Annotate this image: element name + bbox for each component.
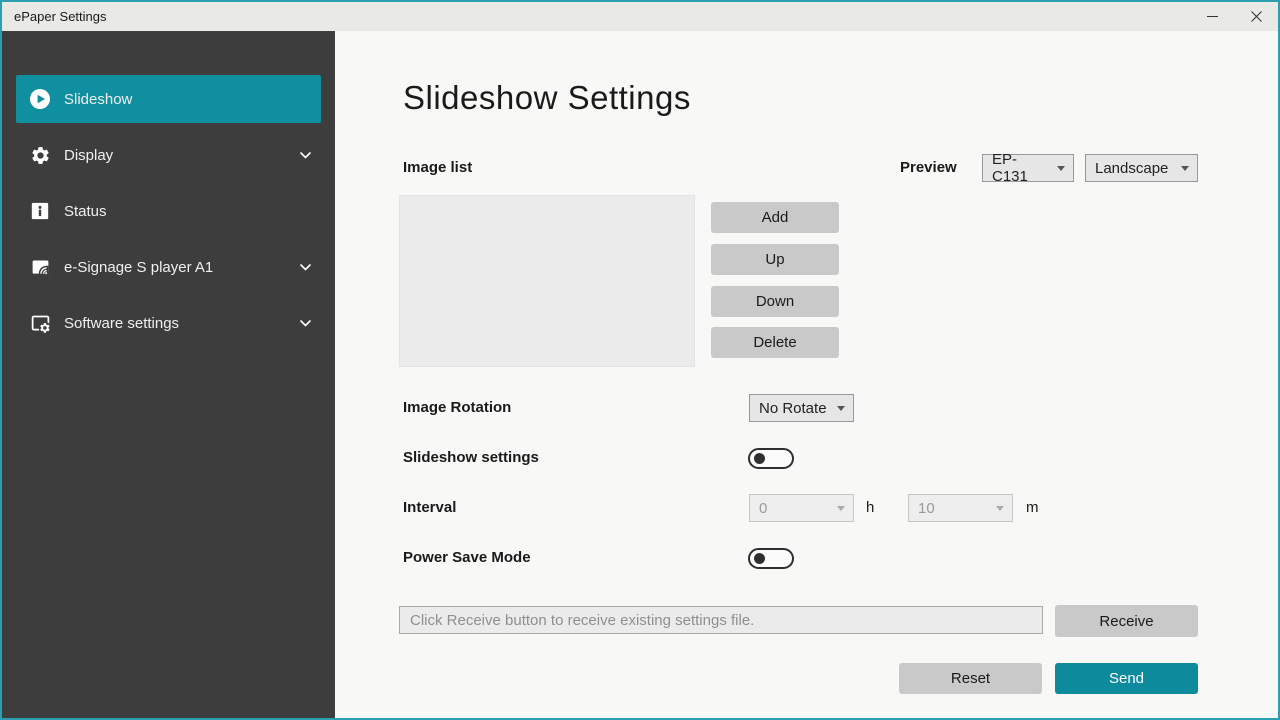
sidebar-item-label: Display xyxy=(64,147,300,164)
gear-icon xyxy=(29,144,51,166)
main-panel: Slideshow Settings Image list Preview EP… xyxy=(335,31,1278,718)
image-list-box[interactable] xyxy=(399,195,695,367)
cast-display-icon xyxy=(29,256,51,278)
image-rotation-select[interactable]: No Rotate xyxy=(749,394,854,422)
delete-button[interactable]: Delete xyxy=(711,327,839,358)
preview-device-value: EP-C131 xyxy=(992,151,1051,185)
send-button[interactable]: Send xyxy=(1055,663,1198,694)
play-circle-icon xyxy=(29,88,51,110)
minimize-button[interactable] xyxy=(1190,2,1234,31)
sidebar-item-status[interactable]: Status xyxy=(2,187,335,235)
page-title: Slideshow Settings xyxy=(403,79,691,117)
close-button[interactable] xyxy=(1234,2,1278,31)
power-save-mode-label: Power Save Mode xyxy=(403,549,531,566)
interval-label: Interval xyxy=(403,499,456,516)
toggle-knob xyxy=(754,553,765,564)
image-rotation-label: Image Rotation xyxy=(403,399,511,416)
up-button[interactable]: Up xyxy=(711,244,839,275)
info-square-icon xyxy=(29,200,51,222)
image-rotation-value: No Rotate xyxy=(759,400,827,417)
add-button[interactable]: Add xyxy=(711,202,839,233)
window-title: ePaper Settings xyxy=(14,9,107,24)
preview-orientation-select[interactable]: Landscape xyxy=(1085,154,1198,182)
title-bar: ePaper Settings xyxy=(2,2,1278,31)
down-button[interactable]: Down xyxy=(711,286,839,317)
app-window: ePaper Settings Slideshow Display xyxy=(0,0,1280,720)
chevron-down-icon xyxy=(300,264,311,271)
receive-button[interactable]: Receive xyxy=(1055,605,1198,637)
close-icon xyxy=(1251,11,1262,22)
reset-button[interactable]: Reset xyxy=(899,663,1042,694)
chevron-down-icon xyxy=(300,152,311,159)
image-list-label: Image list xyxy=(403,159,472,176)
settings-file-input[interactable] xyxy=(399,606,1043,634)
slideshow-settings-toggle[interactable] xyxy=(748,448,794,469)
preview-orientation-value: Landscape xyxy=(1095,160,1168,177)
sidebar-item-label: e-Signage S player A1 xyxy=(64,259,300,276)
sidebar-item-label: Software settings xyxy=(64,315,300,332)
minimize-icon xyxy=(1207,11,1218,22)
sidebar: Slideshow Display Status xyxy=(2,31,335,718)
interval-hours-select[interactable]: 0 xyxy=(749,494,854,522)
interval-hours-value: 0 xyxy=(759,500,767,517)
chevron-down-icon xyxy=(300,320,311,327)
preview-device-select[interactable]: EP-C131 xyxy=(982,154,1074,182)
sidebar-item-display[interactable]: Display xyxy=(2,131,335,179)
toggle-knob xyxy=(754,453,765,464)
slideshow-settings-label: Slideshow settings xyxy=(403,449,539,466)
power-save-mode-toggle[interactable] xyxy=(748,548,794,569)
display-gear-icon xyxy=(29,312,51,334)
interval-minutes-select[interactable]: 10 xyxy=(908,494,1013,522)
interval-hours-unit: h xyxy=(866,499,874,516)
sidebar-item-label: Slideshow xyxy=(64,91,321,108)
interval-minutes-unit: m xyxy=(1026,499,1039,516)
interval-minutes-value: 10 xyxy=(918,500,935,517)
sidebar-item-software-settings[interactable]: Software settings xyxy=(2,299,335,347)
sidebar-item-esignage-player[interactable]: e-Signage S player A1 xyxy=(2,243,335,291)
sidebar-item-label: Status xyxy=(64,203,335,220)
sidebar-item-slideshow[interactable]: Slideshow xyxy=(16,75,321,123)
preview-label: Preview xyxy=(900,159,957,176)
